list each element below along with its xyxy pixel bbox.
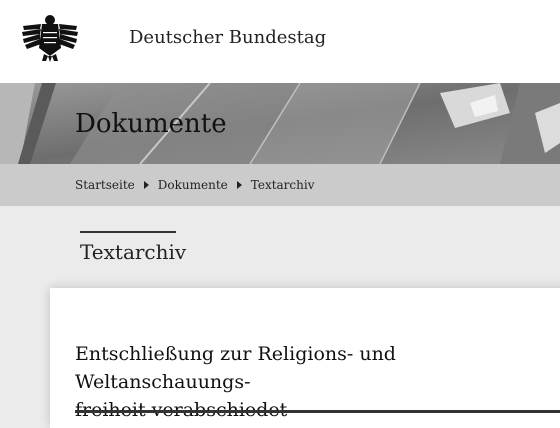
breadcrumb-item-textarchiv[interactable]: Textarchiv	[251, 178, 315, 192]
breadcrumb-item-dokumente[interactable]: Dokumente	[158, 178, 228, 192]
breadcrumb-item-startseite[interactable]: Startseite	[75, 178, 135, 192]
page-title: Dokumente	[75, 109, 227, 139]
section-title: Textarchiv	[80, 240, 187, 264]
triangle-right-icon	[143, 181, 149, 189]
federal-eagle-icon[interactable]	[20, 12, 80, 62]
section-divider	[80, 231, 176, 233]
triangle-right-icon	[236, 181, 242, 189]
site-header: Deutscher Bundestag	[0, 0, 560, 83]
site-title[interactable]: Deutscher Bundestag	[129, 27, 326, 48]
article-card[interactable]: Entschließung zur Religions- und Weltans…	[50, 288, 560, 428]
breadcrumb: Startseite Dokumente Textarchiv	[0, 164, 560, 206]
page-banner: Dokumente	[0, 83, 560, 164]
article-title-line-1: Entschließung zur Religions- und Weltans…	[75, 343, 396, 393]
